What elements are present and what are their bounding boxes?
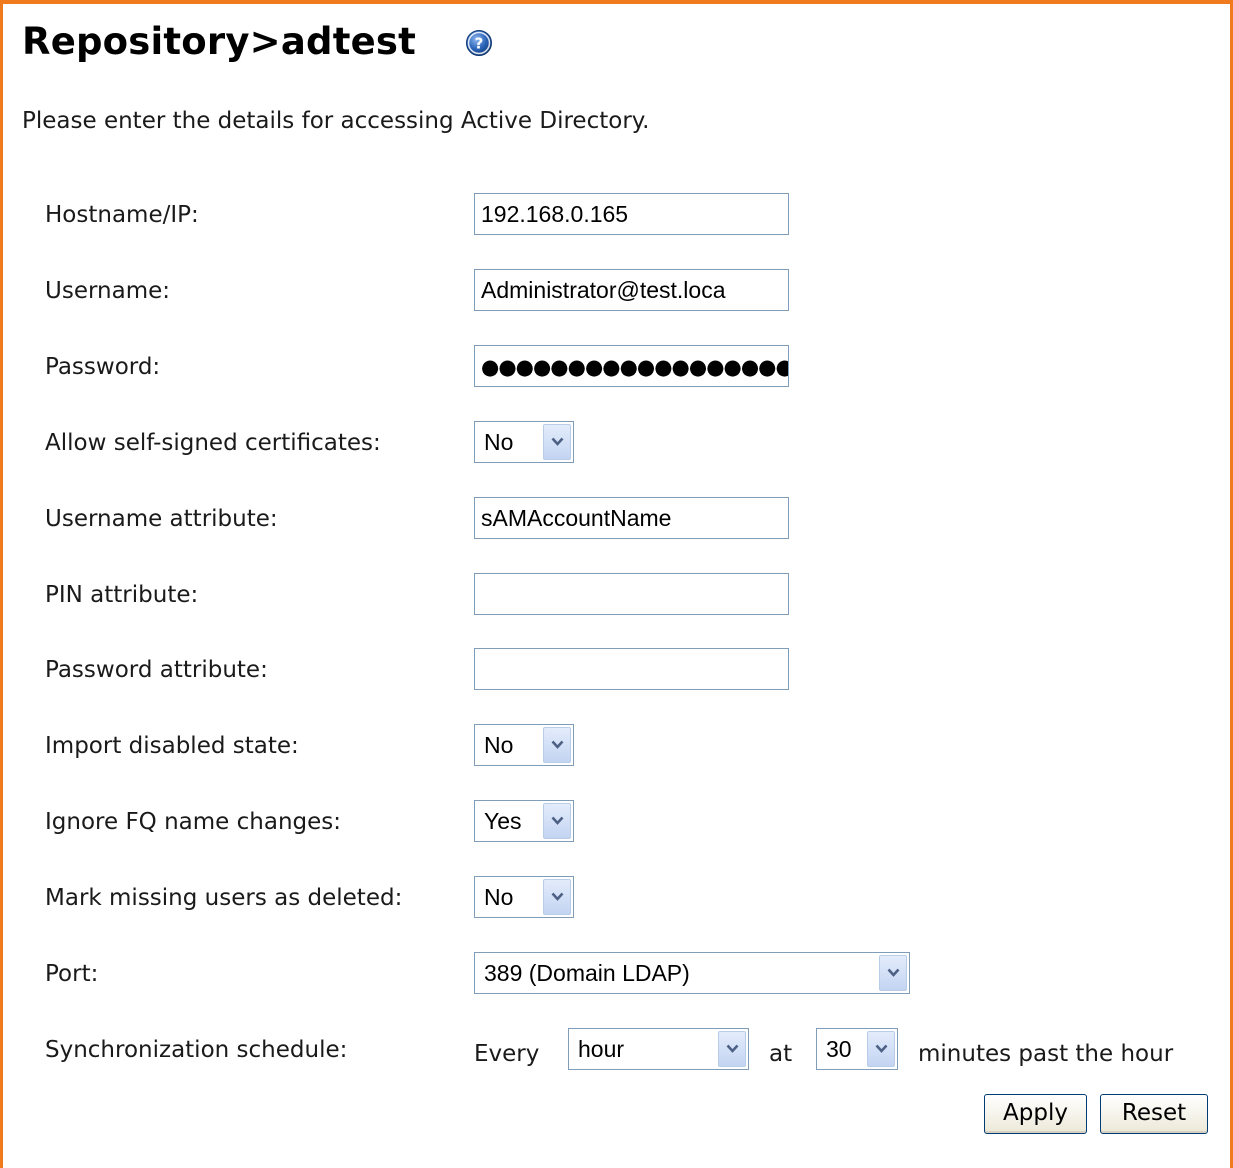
schedule-minutes-select[interactable]: 30 <box>816 1028 898 1070</box>
import-disabled-value: No <box>484 732 514 758</box>
schedule-period-value: hour <box>578 1036 625 1062</box>
mark-missing-label: Mark missing users as deleted: <box>45 885 403 911</box>
port-value: 389 (Domain LDAP) <box>484 960 690 986</box>
username-value: Administrator@test.loca <box>481 277 726 303</box>
username-attribute-input[interactable]: sAMAccountName <box>474 497 789 539</box>
ignore-fq-label: Ignore FQ name changes: <box>45 809 342 835</box>
page-title: Repository>adtest <box>22 20 417 63</box>
reset-button[interactable]: Reset <box>1100 1094 1208 1134</box>
hostname-input[interactable]: 192.168.0.165 <box>474 193 789 235</box>
chevron-down-icon[interactable] <box>867 1031 895 1067</box>
hostname-value: 192.168.0.165 <box>481 201 629 227</box>
apply-button[interactable]: Apply <box>984 1094 1087 1134</box>
chevron-down-icon[interactable] <box>879 955 907 991</box>
svg-text:?: ? <box>475 35 484 53</box>
password-attribute-label: Password attribute: <box>45 657 268 683</box>
port-select[interactable]: 389 (Domain LDAP) <box>474 952 910 994</box>
chevron-down-icon[interactable] <box>543 803 571 839</box>
password-attribute-input[interactable] <box>474 648 789 690</box>
import-disabled-label: Import disabled state: <box>45 733 299 759</box>
password-label: Password: <box>45 354 161 380</box>
schedule-at-text: at <box>769 1041 793 1067</box>
schedule-label: Synchronization schedule: <box>45 1037 348 1063</box>
username-attribute-value: sAMAccountName <box>481 505 672 531</box>
import-disabled-select[interactable]: No <box>474 724 574 766</box>
chevron-down-icon[interactable] <box>543 879 571 915</box>
allow-self-signed-value: No <box>484 429 514 455</box>
intro-text: Please enter the details for accessing A… <box>22 108 650 134</box>
ignore-fq-select[interactable]: Yes <box>474 800 574 842</box>
mark-missing-value: No <box>484 884 514 910</box>
schedule-suffix-text: minutes past the hour <box>918 1041 1174 1067</box>
chevron-down-icon[interactable] <box>718 1031 746 1067</box>
schedule-period-select[interactable]: hour <box>568 1028 749 1070</box>
ignore-fq-value: Yes <box>484 808 522 834</box>
password-input[interactable]: ●●●●●●●●●●●●●●●●●●●● <box>474 345 789 387</box>
username-input[interactable]: Administrator@test.loca <box>474 269 789 311</box>
allow-self-signed-select[interactable]: No <box>474 421 574 463</box>
schedule-minutes-value: 30 <box>826 1036 852 1062</box>
username-label: Username: <box>45 278 170 304</box>
pin-attribute-label: PIN attribute: <box>45 582 199 608</box>
username-attribute-label: Username attribute: <box>45 506 278 532</box>
allow-self-signed-label: Allow self-signed certificates: <box>45 430 381 456</box>
pin-attribute-input[interactable] <box>474 573 789 615</box>
mark-missing-select[interactable]: No <box>474 876 574 918</box>
password-value: ●●●●●●●●●●●●●●●●●●●● <box>481 355 788 379</box>
chevron-down-icon[interactable] <box>543 424 571 460</box>
port-label: Port: <box>45 961 99 987</box>
hostname-label: Hostname/IP: <box>45 202 199 228</box>
help-icon[interactable]: ? <box>465 29 493 57</box>
chevron-down-icon[interactable] <box>543 727 571 763</box>
schedule-every-text: Every <box>474 1041 540 1067</box>
